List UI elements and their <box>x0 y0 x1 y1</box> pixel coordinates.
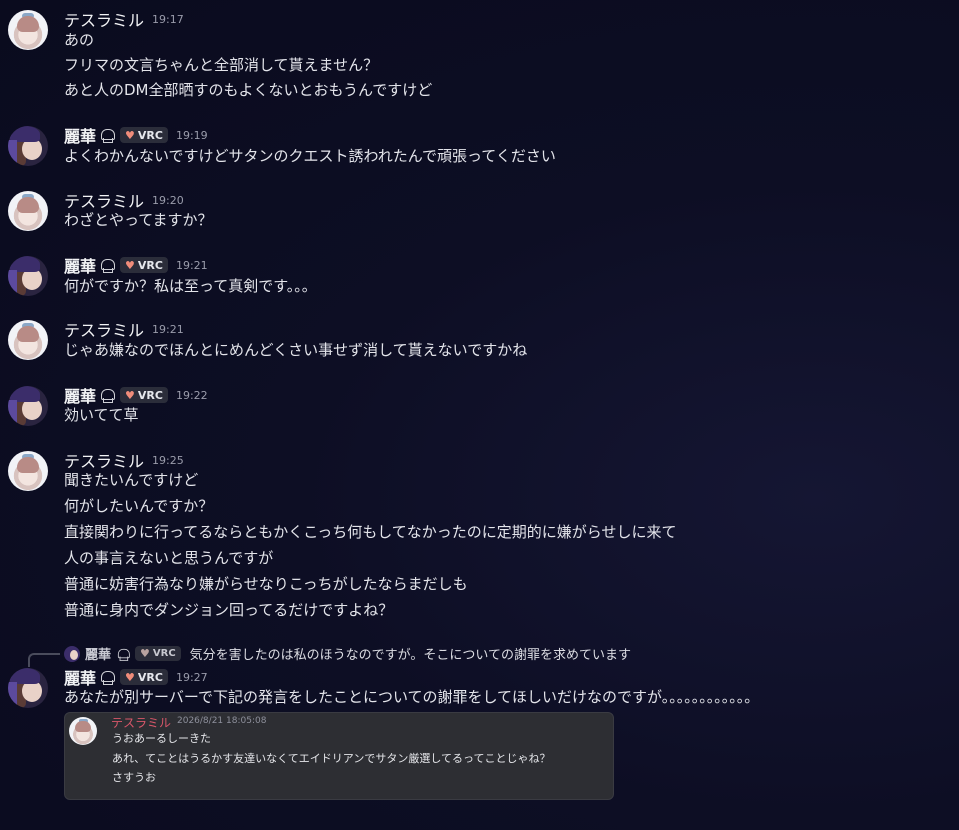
timestamp: 19:27 <box>175 670 208 684</box>
avatar[interactable] <box>8 320 48 360</box>
reply-reference[interactable]: 麗華 ♥ VRC 気分を害したのは私のほうなのですが。そこについての謝罪を求めてい… <box>64 644 631 663</box>
message-text: よくわかんないですけどサタンのクエスト誘われたんで頑張ってください <box>64 147 556 165</box>
timestamp: 19:20 <box>152 193 184 207</box>
avatar[interactable] <box>8 668 48 708</box>
avatar[interactable] <box>8 126 48 166</box>
embed-avatar <box>69 717 97 745</box>
reply-avatar <box>64 645 80 662</box>
heart-icon: ♥ <box>125 388 135 402</box>
decoration-icon <box>100 258 116 273</box>
decoration-icon <box>117 648 130 661</box>
message-text: 聞きたいんですけど <box>64 471 199 489</box>
server-tag[interactable]: ♥ VRC <box>120 387 168 403</box>
embed-username[interactable]: テスラミル <box>111 714 171 731</box>
message-text: わざとやってますか？ <box>64 211 213 229</box>
avatar[interactable] <box>8 191 48 231</box>
timestamp: 19:21 <box>152 322 184 336</box>
reply-username: 麗華 <box>85 648 112 663</box>
message-text: 何がしたいんですか？ <box>64 497 214 515</box>
message-text: フリマの文言ちゃんと全部消して貰えません？ <box>64 56 379 74</box>
heart-icon: ♥ <box>125 258 135 272</box>
message-text: あなたが別サーバーで下記の発言をしたことについての謝罪をしてほしいだけなのですが… <box>64 688 760 706</box>
timestamp: 19:19 <box>175 128 208 142</box>
message-header: 麗華 ♥ VRC 19:19 <box>64 124 208 146</box>
reply-connector <box>28 653 60 667</box>
message-text: あの <box>64 31 95 49</box>
avatar[interactable] <box>8 10 48 50</box>
decoration-icon <box>100 670 116 685</box>
reply-server-tag: ♥ VRC <box>135 646 181 661</box>
timestamp: 19:21 <box>175 258 208 272</box>
embed-timestamp: 2026/8/21 18:05:08 <box>177 716 267 726</box>
message-text: 効いてて草 <box>64 406 139 424</box>
message-text: 普通に妨害行為なり嫌がらせなりこっちがしたならまだしも <box>64 575 468 593</box>
embed-text: あれ、てことはうるかす友達いなくてエイドリアンでサタン厳選してるってことじゃね？ <box>112 752 551 765</box>
message-header: 麗華 ♥ VRC 19:21 <box>64 254 208 276</box>
message-text: 直接関わりに行ってるならともかくこっち何もしてなかったのに定期的に嫌がらせしに来… <box>64 523 677 541</box>
reply-text: 気分を害したのは私のほうなのですが。そこについての謝罪を求めています <box>189 648 632 663</box>
username[interactable]: テスラミル <box>64 7 144 31</box>
message-header: 麗華 ♥ VRC 19:27 <box>64 666 208 688</box>
heart-icon: ♥ <box>125 128 135 142</box>
message-header: 麗華 ♥ VRC 19:22 <box>64 384 208 406</box>
message-header: テスラミル 19:21 <box>64 318 184 340</box>
message-text: じゃあ嫌なのでほんとにめんどくさい事せず消して貰えないですかね <box>64 341 528 359</box>
message-header: テスラミル 19:17 <box>64 8 184 30</box>
message-text: 何がですか？私は至って真剣です。。。 <box>64 277 317 295</box>
username[interactable]: 麗華 <box>64 253 96 277</box>
timestamp: 19:25 <box>152 453 184 467</box>
embed-text: さすうお <box>112 771 156 784</box>
avatar[interactable] <box>8 256 48 296</box>
decoration-icon <box>100 388 116 403</box>
timestamp: 19:17 <box>152 12 184 26</box>
username[interactable]: 麗華 <box>64 123 96 147</box>
server-tag[interactable]: ♥ VRC <box>120 257 168 273</box>
message-text: あと人のDM全部晒すのもよくないとおもうんですけど <box>64 81 433 99</box>
timestamp: 19:22 <box>175 388 208 402</box>
heart-icon: ♥ <box>125 670 135 684</box>
message-text: 普通に身内でダンジョン回ってるだけですよね？ <box>64 601 394 619</box>
heart-icon: ♥ <box>140 647 150 660</box>
username[interactable]: テスラミル <box>64 317 144 341</box>
embed-text: うおあーるしーきた <box>112 732 211 745</box>
message-header: テスラミル 19:20 <box>64 189 184 211</box>
quoted-message-embed[interactable]: テスラミル 2026/8/21 18:05:08 うおあーるしーきた あれ、てこ… <box>64 712 614 800</box>
server-tag[interactable]: ♥ VRC <box>120 669 168 685</box>
decoration-icon <box>100 128 116 143</box>
avatar[interactable] <box>8 451 48 491</box>
server-tag[interactable]: ♥ VRC <box>120 127 168 143</box>
message-text: 人の事言えないと思うんですが <box>64 549 274 567</box>
avatar[interactable] <box>8 386 48 426</box>
message-header: テスラミル 19:25 <box>64 449 184 471</box>
